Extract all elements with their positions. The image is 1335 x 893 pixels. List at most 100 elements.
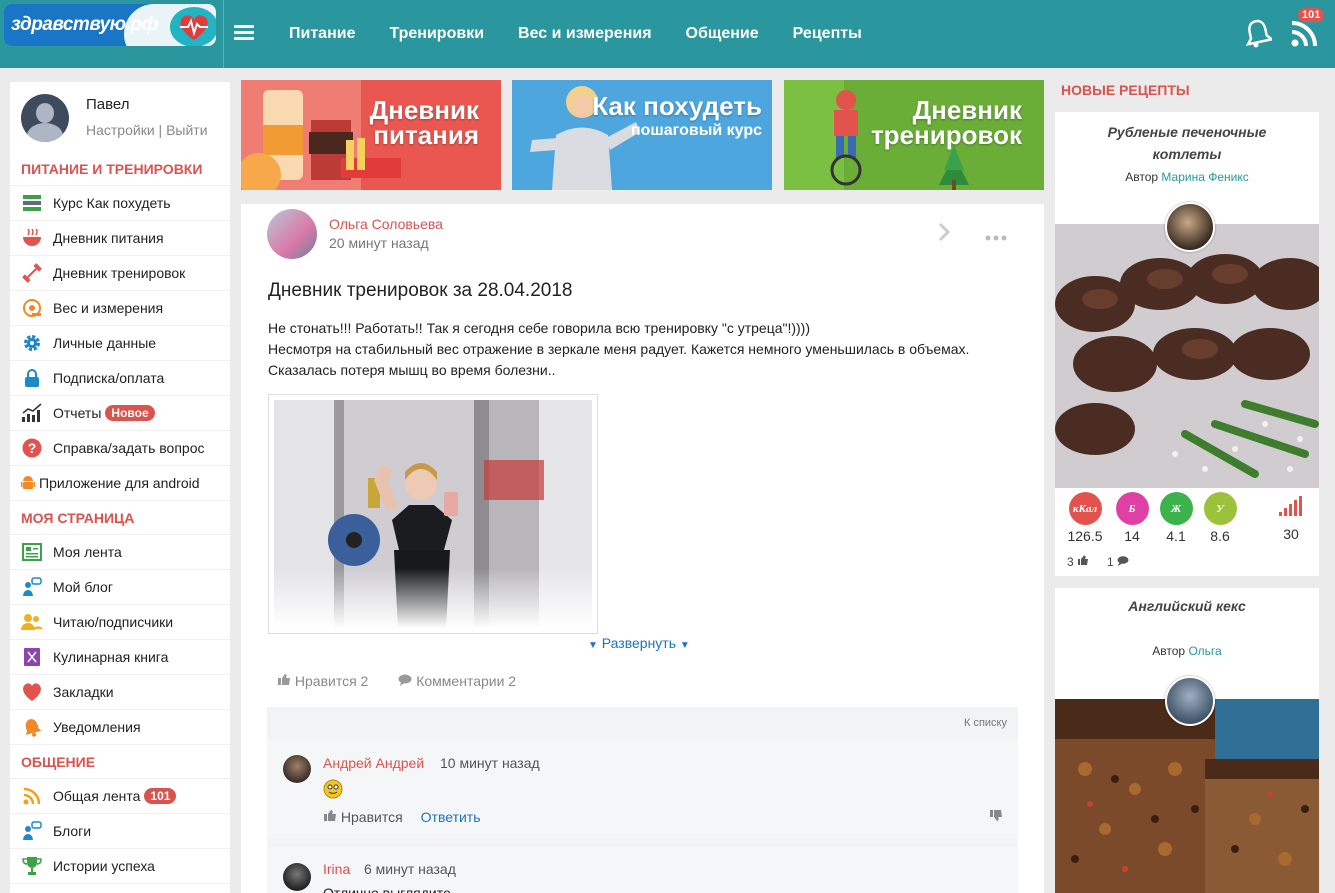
post-author[interactable]: Ольга Соловьева: [329, 216, 443, 232]
recipe-author-avatar[interactable]: [1165, 676, 1215, 726]
more-options-icon[interactable]: [985, 228, 1007, 244]
author-avatar[interactable]: [267, 209, 317, 259]
thumbs-down-icon[interactable]: [989, 809, 1003, 825]
sidebar-item-label: Вес и измерения: [53, 300, 164, 316]
sidebar-item-notifications[interactable]: Уведомления: [10, 710, 230, 745]
sidebar-item-personal-data[interactable]: Личные данные: [10, 326, 230, 361]
sidebar-item-following[interactable]: Читаю/подписчики: [10, 605, 230, 640]
comment-author[interactable]: Irina: [323, 861, 350, 877]
recipe-comments[interactable]: 1: [1107, 555, 1129, 569]
tape-measure-icon: [21, 297, 43, 319]
sidebar-item-weight[interactable]: Вес и измерения: [10, 291, 230, 326]
settings-link[interactable]: Настройки: [86, 122, 155, 138]
comment-actions: Нравится Ответить: [323, 809, 481, 825]
sidebar-item-label: Мой блог: [53, 579, 113, 595]
sidebar-item-my-feed[interactable]: Моя лента: [10, 535, 230, 570]
recipe-author-link[interactable]: Марина Феникс: [1161, 170, 1248, 184]
rating-value: 30: [1283, 526, 1299, 542]
nutrition-label: Б: [1115, 492, 1149, 525]
back-to-list-link[interactable]: К списку: [964, 717, 1007, 729]
cookbook-icon: [21, 646, 43, 668]
recipe-title[interactable]: Рубленые печеночные котлеты: [1055, 112, 1319, 165]
nutrition-label: Ж: [1159, 492, 1193, 525]
sidebar-item-my-blog[interactable]: Мой блог: [10, 570, 230, 605]
sidebar-item-workout-diary[interactable]: Дневник тренировок: [10, 256, 230, 291]
heart-pulse-icon: [170, 7, 216, 46]
comment-item: Irina 6 минут назад Отлично выглядите: [267, 847, 1018, 893]
cutlets-photo[interactable]: [1055, 224, 1319, 488]
recipe-card[interactable]: Английский кекс Автор Ольга: [1055, 588, 1319, 893]
post-photo[interactable]: [268, 394, 598, 634]
banner-subtitle: пошаговый курс: [630, 122, 762, 139]
sidebar-item-reports[interactable]: Отчеты Новое: [10, 396, 230, 431]
nav-ves[interactable]: Вес и измерения: [501, 25, 669, 43]
sidebar-item-blogs[interactable]: Блоги: [10, 814, 230, 849]
nav-recepty[interactable]: Рецепты: [776, 25, 879, 43]
logo[interactable]: здравствую.рф: [0, 0, 224, 68]
sidebar-item-android[interactable]: Приложение для android: [10, 466, 230, 501]
sidebar-item-course[interactable]: Курс Как похудеть: [10, 186, 230, 221]
user-name[interactable]: Павел: [86, 96, 130, 113]
feed-icon: [21, 541, 43, 563]
post-text: Не стонать!!! Работать!! Так я сегодня с…: [268, 318, 1008, 381]
android-icon: [21, 472, 35, 494]
nav-pitanie[interactable]: Питание: [272, 25, 372, 43]
banner-lose-weight-course[interactable]: Как похудеть пошаговый курс: [512, 80, 772, 190]
chevron-right-icon[interactable]: [938, 222, 951, 245]
nutrition-label: кКал: [1068, 492, 1102, 525]
banner-title: Как похудеть: [592, 91, 762, 121]
comment-text: Отлично выглядите: [323, 885, 451, 893]
commenter-avatar[interactable]: [283, 755, 311, 783]
comment-like-button[interactable]: Нравится: [323, 809, 403, 825]
banner-food-diary[interactable]: Дневник питания: [241, 80, 501, 190]
bowl-icon: [21, 227, 43, 249]
sidebar-item-cookbook[interactable]: Кулинарная книга: [10, 640, 230, 675]
nutrition-kcal: кКал 126.5: [1065, 492, 1105, 544]
sidebar-item-label: Отчеты: [53, 405, 102, 421]
recipe-card[interactable]: Рубленые печеночные котлеты Автор Марина…: [1055, 112, 1319, 576]
nav-trenirovki[interactable]: Тренировки: [372, 25, 501, 43]
recipe-likes[interactable]: 3: [1067, 555, 1089, 569]
recipe-title[interactable]: Английский кекс: [1055, 588, 1319, 617]
logout-link[interactable]: Выйти: [166, 122, 207, 138]
nutrition-carbs: У 8.6: [1200, 492, 1240, 544]
post-actions: Нравится 2 Комментарии 2: [277, 673, 516, 689]
left-sidebar: Павел Настройки | Выйти ПИТАНИЕ И ТРЕНИР…: [10, 82, 230, 893]
sidebar-item-label: Общая лента: [53, 788, 141, 804]
trophy-icon: [21, 855, 43, 877]
svg-text:?: ?: [28, 440, 37, 456]
reply-button[interactable]: Ответить: [421, 809, 481, 825]
post-title[interactable]: Дневник тренировок за 28.04.2018: [268, 280, 572, 302]
nav-obshenie[interactable]: Общение: [669, 25, 776, 43]
banner-workout-diary[interactable]: Дневник тренировок: [784, 80, 1044, 190]
recipe-author-link[interactable]: Ольга: [1188, 644, 1221, 658]
like-button[interactable]: Нравится 2: [277, 673, 368, 689]
feed-post: Ольга Соловьева 20 минут назад Дневник т…: [241, 204, 1044, 893]
sidebar-item-common-feed[interactable]: Общая лента 101: [10, 779, 230, 814]
recipe-author-avatar[interactable]: [1165, 202, 1215, 252]
banner-title: Дневник тренировок: [870, 95, 1022, 150]
blog-icon: [21, 576, 43, 598]
comments-button[interactable]: Комментарии 2: [398, 673, 516, 689]
sidebar-item-help[interactable]: ? Справка/задать вопрос: [10, 431, 230, 466]
post-time: 20 минут назад: [329, 235, 429, 251]
nutrition-protein: Б 14: [1112, 492, 1152, 544]
books-icon: [21, 192, 43, 214]
commenter-avatar[interactable]: [283, 863, 311, 891]
bell-icon[interactable]: [1244, 18, 1275, 51]
sidebar-item-food-diary[interactable]: Дневник питания: [10, 221, 230, 256]
sidebar-item-success-stories[interactable]: Истории успеха: [10, 849, 230, 884]
cake-photo[interactable]: [1055, 699, 1319, 893]
rss-icon[interactable]: [1290, 20, 1318, 51]
expand-link[interactable]: ▼ Развернуть ▼: [588, 635, 690, 651]
sidebar-item-subscription[interactable]: Подписка/оплата: [10, 361, 230, 396]
thumbs-up-icon: [324, 810, 336, 821]
nutrition-fat: Ж 4.1: [1156, 492, 1196, 544]
sidebar-item-bookmarks[interactable]: Закладки: [10, 675, 230, 710]
new-recipes-title: НОВЫЕ РЕЦЕПТЫ: [1061, 82, 1190, 98]
menu-toggle-icon[interactable]: [234, 25, 254, 41]
section-title-nutrition: ПИТАНИЕ И ТРЕНИРОВКИ: [10, 152, 230, 186]
comment-author[interactable]: Андрей Андрей: [323, 755, 424, 771]
rss-icon: [21, 785, 43, 807]
avatar[interactable]: [21, 94, 69, 142]
